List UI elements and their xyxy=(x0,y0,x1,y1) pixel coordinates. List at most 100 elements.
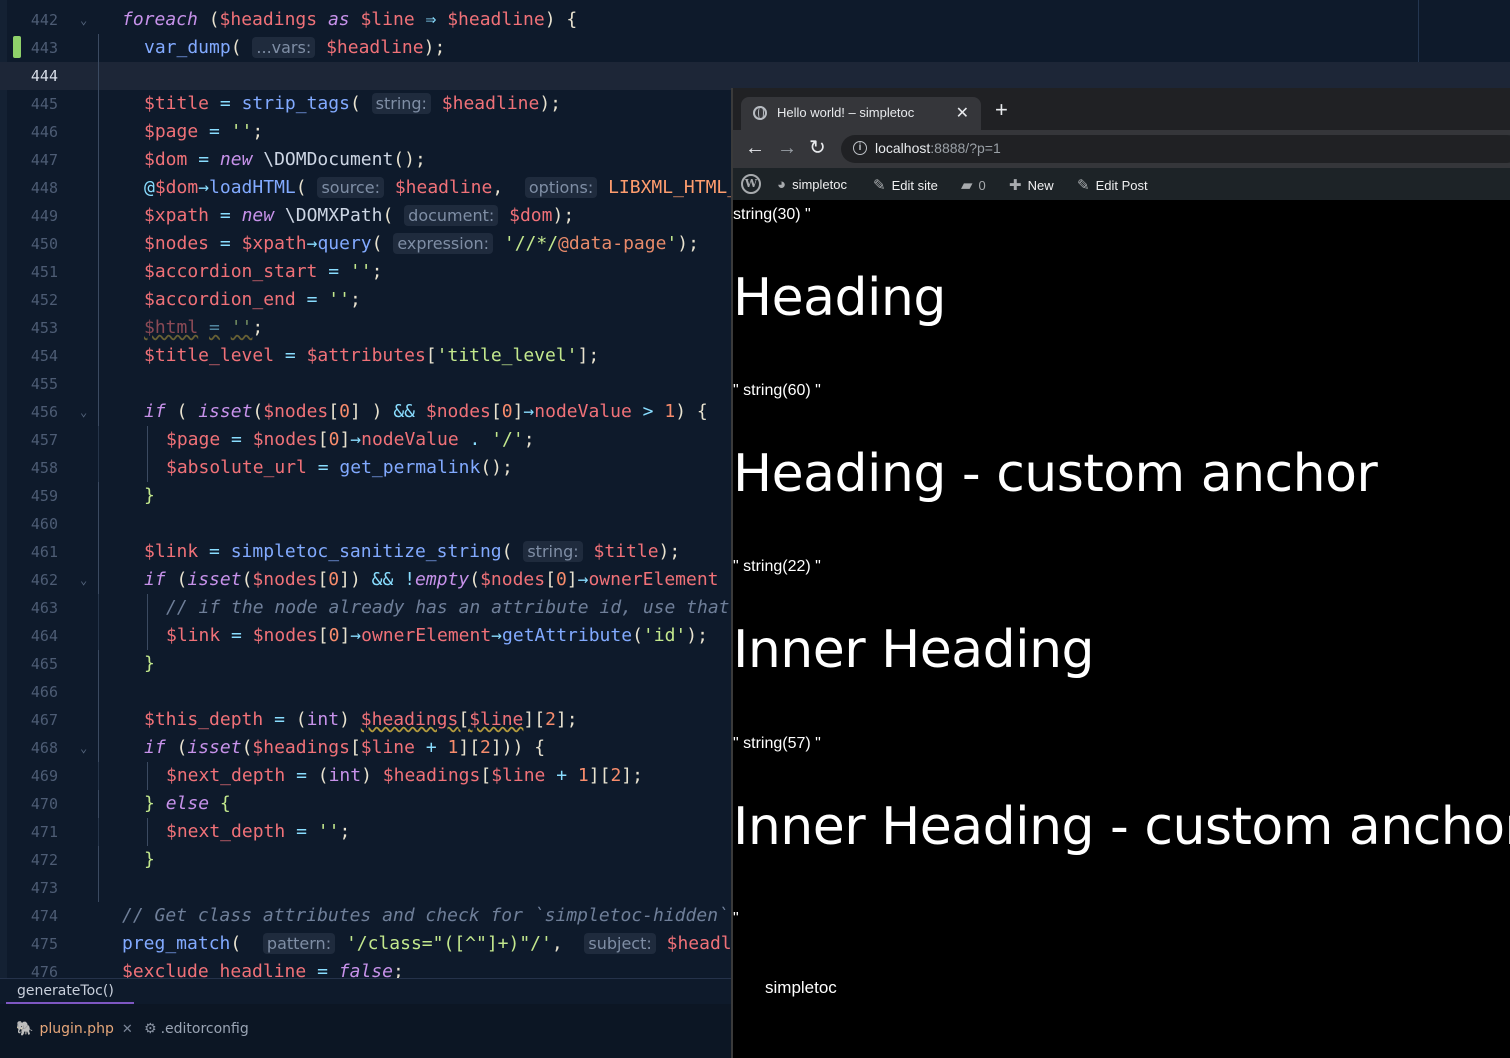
line-number[interactable]: 442 xyxy=(14,10,58,30)
indent-guide xyxy=(98,706,99,734)
heading: Inner Heading xyxy=(733,620,1095,680)
line-number[interactable]: 447 xyxy=(14,150,58,170)
line-number[interactable]: 468 xyxy=(14,738,58,758)
line-number[interactable]: 470 xyxy=(14,794,58,814)
code-text[interactable]: if (isset($headings[$line + 1][2])) { xyxy=(144,736,545,760)
indent-guide xyxy=(147,454,148,482)
line-number[interactable]: 457 xyxy=(14,430,58,450)
code-text[interactable]: $this_depth = (int) $headings[$line][2]; xyxy=(144,708,578,732)
code-text[interactable]: // Get class attributes and check for `s… xyxy=(122,904,729,928)
tab-plugin-php[interactable]: 🐘 plugin.php ✕ xyxy=(16,1021,133,1037)
fold-chevron-icon[interactable]: ⌄ xyxy=(80,571,87,589)
line-number[interactable]: 460 xyxy=(14,514,58,534)
line-number[interactable]: 462 xyxy=(14,570,58,590)
code-text[interactable]: if ( isset($nodes[0] ) && $nodes[0]→node… xyxy=(144,400,708,424)
code-text[interactable]: var_dump( ...vars: $headline); xyxy=(144,36,445,60)
wp-admin-bar: W ◕ simpletoc ✎ Edit site ▰ 0 ✚ New ✎ Edit Po… xyxy=(733,168,1510,200)
line-number[interactable]: 464 xyxy=(14,626,58,646)
line-number[interactable]: 449 xyxy=(14,206,58,226)
fold-chevron-icon[interactable]: ⌄ xyxy=(80,739,87,757)
indent-guide xyxy=(98,454,99,482)
site-info-icon[interactable]: i xyxy=(853,141,867,155)
code-text[interactable]: $absolute_url = get_permalink(); xyxy=(166,456,513,480)
footer-site-title[interactable]: simpletoc xyxy=(765,978,837,998)
line-number[interactable]: 455 xyxy=(14,374,58,394)
code-text[interactable]: $nodes = $xpath→query( expression: '//*/… xyxy=(144,232,699,256)
code-line[interactable]: 442 ⌄ foreach ($headings as $line ⇒ $headl… xyxy=(0,6,1510,34)
indent-guide xyxy=(98,202,99,230)
line-number[interactable]: 450 xyxy=(14,234,58,254)
line-number[interactable]: 451 xyxy=(14,262,58,282)
back-arrow-icon[interactable]: ← xyxy=(745,137,765,159)
fold-chevron-icon[interactable]: ⌄ xyxy=(80,403,87,421)
admin-bar-edit-site[interactable]: ✎ Edit site xyxy=(873,176,938,194)
code-text[interactable]: $page = $nodes[0]→nodeValue . '/'; xyxy=(166,428,535,452)
line-number[interactable]: 471 xyxy=(14,822,58,842)
line-number[interactable]: 452 xyxy=(14,290,58,310)
new-tab-button[interactable]: + xyxy=(995,99,1008,121)
code-text[interactable]: foreach ($headings as $line ⇒ $headline)… xyxy=(122,8,577,32)
code-text[interactable]: $next_depth = (int) $headings[$line + 1]… xyxy=(166,764,643,788)
function-breadcrumb[interactable]: generateToc() xyxy=(17,983,114,999)
code-text[interactable]: // if the node already has an attribute … xyxy=(166,596,730,620)
line-number[interactable]: 446 xyxy=(14,122,58,142)
line-number[interactable]: 459 xyxy=(14,486,58,506)
code-text[interactable]: $accordion_end = ''; xyxy=(144,288,361,312)
code-text[interactable]: $accordion_start = ''; xyxy=(144,260,382,284)
code-text[interactable]: $page = ''; xyxy=(144,120,263,144)
line-number[interactable]: 463 xyxy=(14,598,58,618)
code-text[interactable]: } else { xyxy=(144,792,231,816)
code-text[interactable]: $dom = new \DOMDocument(); xyxy=(144,148,426,172)
line-number[interactable]: 467 xyxy=(14,710,58,730)
admin-bar-comments[interactable]: ▰ 0 xyxy=(961,176,986,194)
line-number[interactable]: 461 xyxy=(14,542,58,562)
address-bar[interactable]: i localhost:8888/?p=1 xyxy=(841,135,1510,163)
line-number[interactable]: 456 xyxy=(14,402,58,422)
code-text[interactable]: $title_level = $attributes['title_level'… xyxy=(144,344,599,368)
line-number[interactable]: 474 xyxy=(14,906,58,926)
fold-chevron-icon[interactable]: ⌄ xyxy=(80,11,87,29)
indent-guide xyxy=(147,762,148,790)
code-text[interactable]: preg_match( pattern: '/class="([^"]+)"/'… xyxy=(122,932,764,956)
close-icon[interactable]: ✕ xyxy=(122,1022,133,1037)
code-text[interactable]: $html = ''; xyxy=(144,316,263,340)
line-number[interactable]: 448 xyxy=(14,178,58,198)
line-number[interactable]: 466 xyxy=(14,682,58,702)
modified-line-marker[interactable] xyxy=(13,36,21,58)
line-number[interactable]: 472 xyxy=(14,850,58,870)
reload-icon[interactable]: ↻ xyxy=(809,137,826,159)
indent-guide xyxy=(98,258,99,286)
code-text[interactable]: $link = $nodes[0]→ownerElement→getAttrib… xyxy=(166,624,708,648)
forward-arrow-icon[interactable]: → xyxy=(777,137,797,159)
admin-bar-site-name[interactable]: ◕ simpletoc xyxy=(777,176,847,193)
browser-toolbar: ← → ↻ i localhost:8888/?p=1 xyxy=(733,130,1510,168)
code-text[interactable]: if (isset($nodes[0]) && !empty($nodes[0]… xyxy=(144,568,719,592)
line-number[interactable]: 473 xyxy=(14,878,58,898)
wordpress-logo-icon[interactable]: W xyxy=(741,174,761,194)
line-number[interactable]: 475 xyxy=(14,934,58,954)
code-text[interactable]: $xpath = new \DOMXPath( document: $dom); xyxy=(144,204,574,228)
line-number[interactable]: 453 xyxy=(14,318,58,338)
line-number[interactable]: 465 xyxy=(14,654,58,674)
code-text[interactable]: $link = simpletoc_sanitize_string( strin… xyxy=(144,540,680,564)
pencil-icon: ✎ xyxy=(1077,177,1090,194)
code-line[interactable]: 444 xyxy=(0,62,1510,90)
code-text[interactable]: } xyxy=(144,652,155,676)
indent-guide xyxy=(98,594,99,622)
line-number[interactable]: 445 xyxy=(14,94,58,114)
browser-tab[interactable]: Hello world! – simpletoc ✕ xyxy=(741,97,981,130)
line-number[interactable]: 444 xyxy=(14,66,58,86)
line-number[interactable]: 469 xyxy=(14,766,58,786)
code-text[interactable]: } xyxy=(144,848,155,872)
admin-bar-edit-post[interactable]: ✎ Edit Post xyxy=(1077,176,1148,194)
code-text[interactable]: } xyxy=(144,484,155,508)
admin-bar-new[interactable]: ✚ New xyxy=(1009,176,1054,194)
indent-guide xyxy=(147,594,148,622)
code-text[interactable]: $next_depth = ''; xyxy=(166,820,350,844)
tab-editorconfig[interactable]: ⚙ .editorconfig xyxy=(144,1021,249,1037)
line-number[interactable]: 454 xyxy=(14,346,58,366)
close-icon[interactable]: ✕ xyxy=(956,103,969,123)
code-line[interactable]: 443 var_dump( ...vars: $headline); xyxy=(0,34,1510,62)
code-text[interactable]: $title = strip_tags( string: $headline); xyxy=(144,92,561,116)
line-number[interactable]: 458 xyxy=(14,458,58,478)
